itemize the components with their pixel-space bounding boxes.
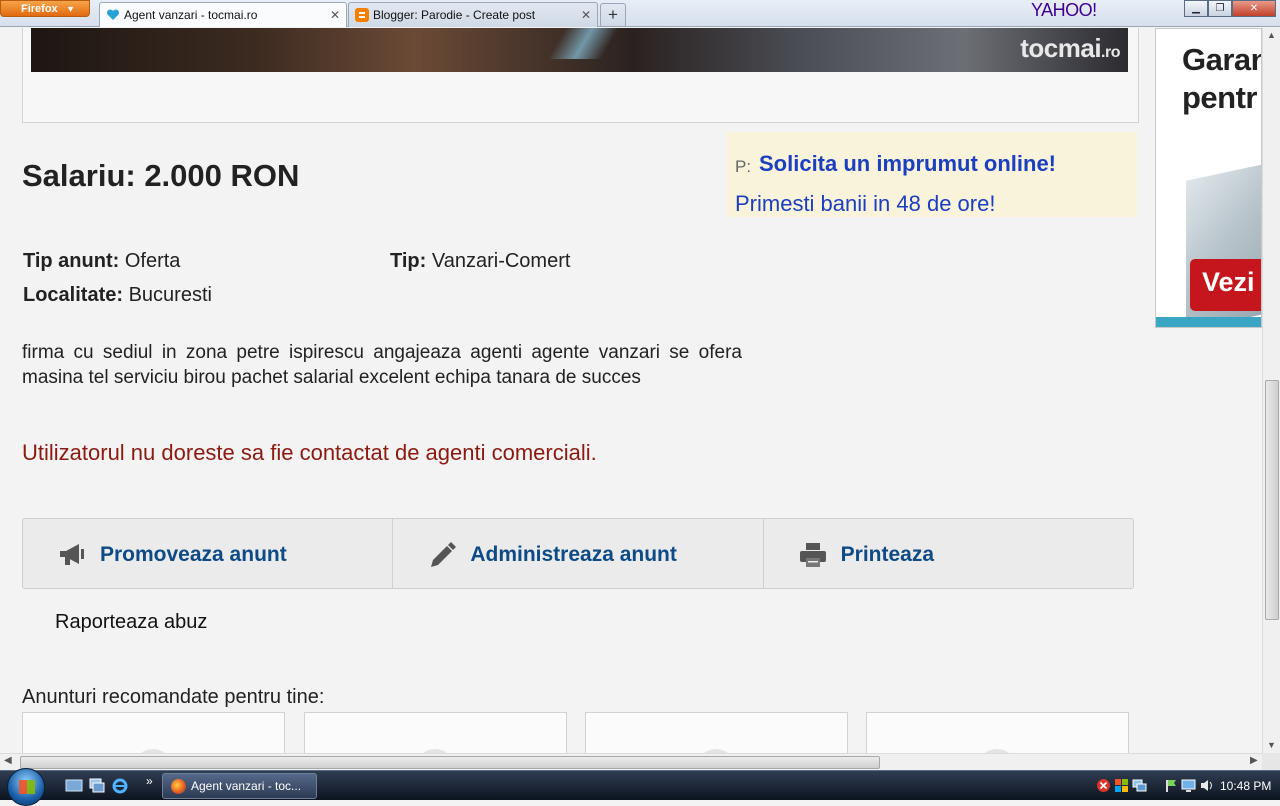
window-close-button[interactable]: ✕ bbox=[1232, 0, 1276, 17]
horizontal-scroll-thumb[interactable] bbox=[20, 756, 880, 769]
action-bar: Promoveaza anunt Administreaza anunt Pri… bbox=[22, 518, 1134, 589]
vertical-scroll-thumb[interactable] bbox=[1265, 380, 1279, 620]
vertical-scrollbar[interactable]: ▲ ▼ bbox=[1262, 28, 1280, 753]
report-abuse-link[interactable]: Raporteaza abuz bbox=[55, 611, 207, 634]
ad-title-link[interactable]: Solicita un imprumut online! bbox=[759, 151, 1056, 177]
action-center-flag-icon[interactable] bbox=[1163, 778, 1178, 793]
print-listing-button[interactable]: Printeaza bbox=[764, 519, 1133, 588]
recommended-card[interactable] bbox=[866, 712, 1129, 753]
recommended-card[interactable] bbox=[22, 712, 285, 753]
page-viewport: tocmai.ro Salariu: 2.000 RON P: Solicita… bbox=[0, 28, 1262, 753]
maximize-button[interactable]: ❐ bbox=[1208, 0, 1232, 17]
tocmai-watermark-logo: tocmai.ro bbox=[1020, 33, 1120, 64]
scroll-down-arrow-icon[interactable]: ▼ bbox=[1267, 740, 1276, 750]
salary-heading: Salariu: 2.000 RON bbox=[22, 158, 300, 193]
printer-icon bbox=[799, 543, 826, 567]
network-icon[interactable] bbox=[1132, 778, 1147, 793]
field-label: Tip: bbox=[390, 250, 427, 272]
minimize-icon: ▁ bbox=[1192, 3, 1200, 14]
firefox-icon bbox=[171, 779, 186, 794]
firefox-menu-label: Firefox bbox=[21, 3, 58, 15]
quicklaunch-overflow-icon[interactable]: » bbox=[146, 774, 153, 788]
recommended-heading: Anunturi recomandate pentru tine: bbox=[22, 686, 325, 708]
megaphone-icon bbox=[60, 544, 84, 565]
logo-main: tocmai bbox=[1020, 33, 1102, 63]
recommended-card[interactable] bbox=[585, 712, 848, 753]
hero-image-frame: tocmai.ro bbox=[22, 28, 1139, 123]
windows-logo-icon bbox=[19, 780, 35, 794]
action-label: Administreaza anunt bbox=[470, 543, 677, 566]
close-icon[interactable]: ✕ bbox=[330, 3, 340, 27]
promote-listing-button[interactable]: Promoveaza anunt bbox=[23, 519, 394, 588]
new-tab-button[interactable]: + bbox=[600, 3, 626, 26]
job-description: firma cu sediul in zona petre ispirescu … bbox=[22, 342, 742, 388]
tab-title: Blogger: Parodie - Create post bbox=[373, 8, 536, 22]
field-value: Oferta bbox=[124, 250, 181, 272]
side-banner-ad[interactable]: Garan pentr Vezi bbox=[1155, 28, 1262, 328]
chevron-down-icon: ▼ bbox=[66, 4, 75, 14]
show-desktop-icon[interactable] bbox=[65, 778, 83, 794]
start-button[interactable] bbox=[7, 768, 45, 806]
field-label: Localitate: bbox=[23, 284, 124, 306]
field-value: Bucuresti bbox=[128, 284, 212, 306]
field-tip: Tip: Vanzari-Comert bbox=[390, 250, 570, 273]
action-label: Promoveaza anunt bbox=[100, 543, 287, 566]
field-localitate: Localitate: Bucuresti bbox=[23, 284, 212, 307]
blogger-favicon-icon bbox=[355, 8, 369, 22]
scroll-left-arrow-icon[interactable]: ◀ bbox=[4, 755, 12, 766]
security-alert-icon[interactable] bbox=[1096, 778, 1111, 793]
switch-windows-icon[interactable] bbox=[88, 778, 106, 794]
recommended-card[interactable] bbox=[304, 712, 567, 753]
restore-icon: ❐ bbox=[1215, 3, 1225, 14]
field-tip-anunt: Tip anunt: Oferta bbox=[23, 250, 180, 273]
ad-text-link[interactable]: Primesti banii in 48 de ore! bbox=[735, 191, 995, 217]
field-label: Tip anunt: bbox=[23, 250, 120, 272]
volume-icon[interactable] bbox=[1199, 778, 1214, 793]
windows-taskbar: » Agent vanzari - toc... 10:48 PM bbox=[0, 768, 1280, 806]
no-agents-notice: Utilizatorul nu doreste sa fie contactat… bbox=[22, 440, 597, 465]
manage-listing-button[interactable]: Administreaza anunt bbox=[393, 519, 764, 588]
close-icon[interactable]: ✕ bbox=[581, 3, 591, 27]
logo-suffix: .ro bbox=[1101, 44, 1120, 61]
close-icon: ✕ bbox=[1249, 3, 1259, 14]
system-clock[interactable]: 10:48 PM bbox=[1220, 779, 1271, 793]
task-title: Agent vanzari - toc... bbox=[191, 779, 302, 793]
windows-update-icon[interactable] bbox=[1114, 778, 1129, 793]
banner-headline: Garan pentr bbox=[1182, 41, 1262, 117]
hero-image: tocmai.ro bbox=[31, 28, 1128, 72]
banner-cta-button[interactable]: Vezi bbox=[1190, 259, 1261, 311]
tab-blogger[interactable]: Blogger: Parodie - Create post ✕ bbox=[348, 2, 598, 27]
display-icon[interactable] bbox=[1181, 778, 1196, 793]
sponsored-ad-box[interactable]: P: Solicita un imprumut online! Primesti… bbox=[726, 132, 1137, 217]
horizontal-scrollbar[interactable]: ◀ ▶ bbox=[0, 753, 1262, 770]
action-label: Printeaza bbox=[840, 543, 935, 566]
tab-title: Agent vanzari - tocmai.ro bbox=[124, 8, 258, 22]
browser-tab-bar: Firefox ▼ Agent vanzari - tocmai.ro ✕ Bl… bbox=[0, 0, 1280, 27]
banner-line-1: Garan bbox=[1182, 42, 1262, 77]
banner-line-2: pentr bbox=[1182, 80, 1258, 115]
yahoo-logo: YAHOO! bbox=[1031, 0, 1097, 20]
field-value: Vanzari-Comert bbox=[431, 250, 571, 272]
firefox-menu-button[interactable]: Firefox ▼ bbox=[0, 0, 90, 17]
heart-favicon-icon bbox=[106, 9, 120, 20]
tab-agent-vanzari[interactable]: Agent vanzari - tocmai.ro ✕ bbox=[99, 2, 347, 27]
pencil-icon bbox=[431, 542, 457, 567]
taskbar-firefox-window[interactable]: Agent vanzari - toc... bbox=[162, 773, 317, 799]
minimize-button[interactable]: ▁ bbox=[1184, 0, 1208, 17]
ad-prefix: P: bbox=[735, 157, 752, 176]
scroll-up-arrow-icon[interactable]: ▲ bbox=[1267, 30, 1276, 40]
internet-explorer-icon[interactable] bbox=[111, 778, 129, 794]
scroll-right-arrow-icon[interactable]: ▶ bbox=[1250, 755, 1258, 766]
